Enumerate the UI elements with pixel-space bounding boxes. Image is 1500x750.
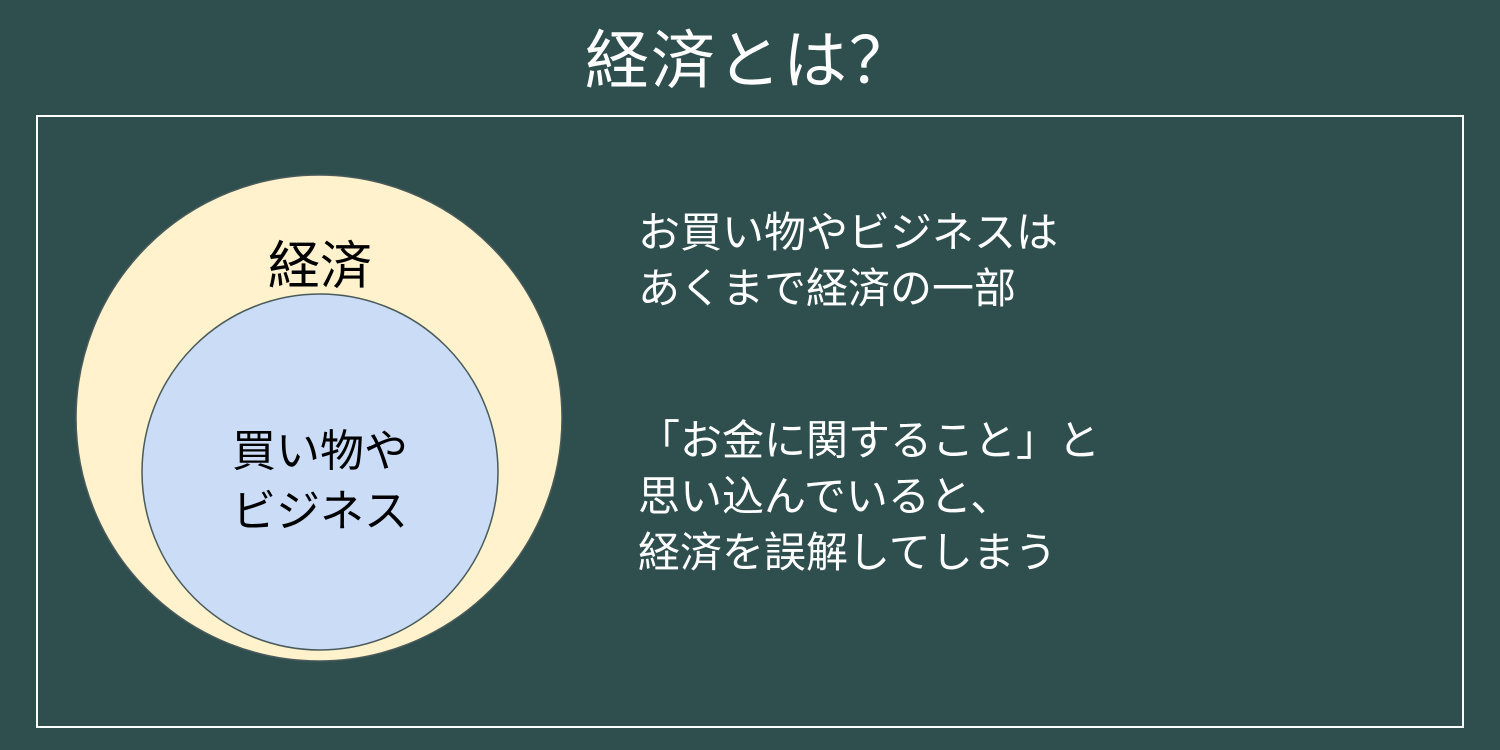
explanation-line: あくまで経済の一部 [638, 264, 1017, 313]
explanation-line: 経済を誤解してしまう [638, 528, 1057, 577]
explanation-line: 「お金に関すること」と [638, 416, 1101, 465]
venn-diagram: 経済 買い物や ビジネス [75, 174, 563, 662]
explanation-block-2: 「お金に関すること」と 思い込んでいると、 経済を誤解してしまう [638, 413, 1398, 581]
economy-label: 経済 [268, 237, 372, 297]
inner-label-line-1: 買い物や [232, 426, 408, 477]
slide: 経済とは？ 経済 買い物や ビジネス お買い物やビジネスは あくまで経済の一部 … [0, 0, 1500, 750]
explanation-block-1: お買い物やビジネスは あくまで経済の一部 [638, 205, 1398, 317]
explanation-line: 思い込んでいると、 [638, 472, 1013, 521]
explanation-line: お買い物やビジネスは [638, 208, 1059, 257]
inner-label-line-2: ビジネス [232, 486, 408, 537]
